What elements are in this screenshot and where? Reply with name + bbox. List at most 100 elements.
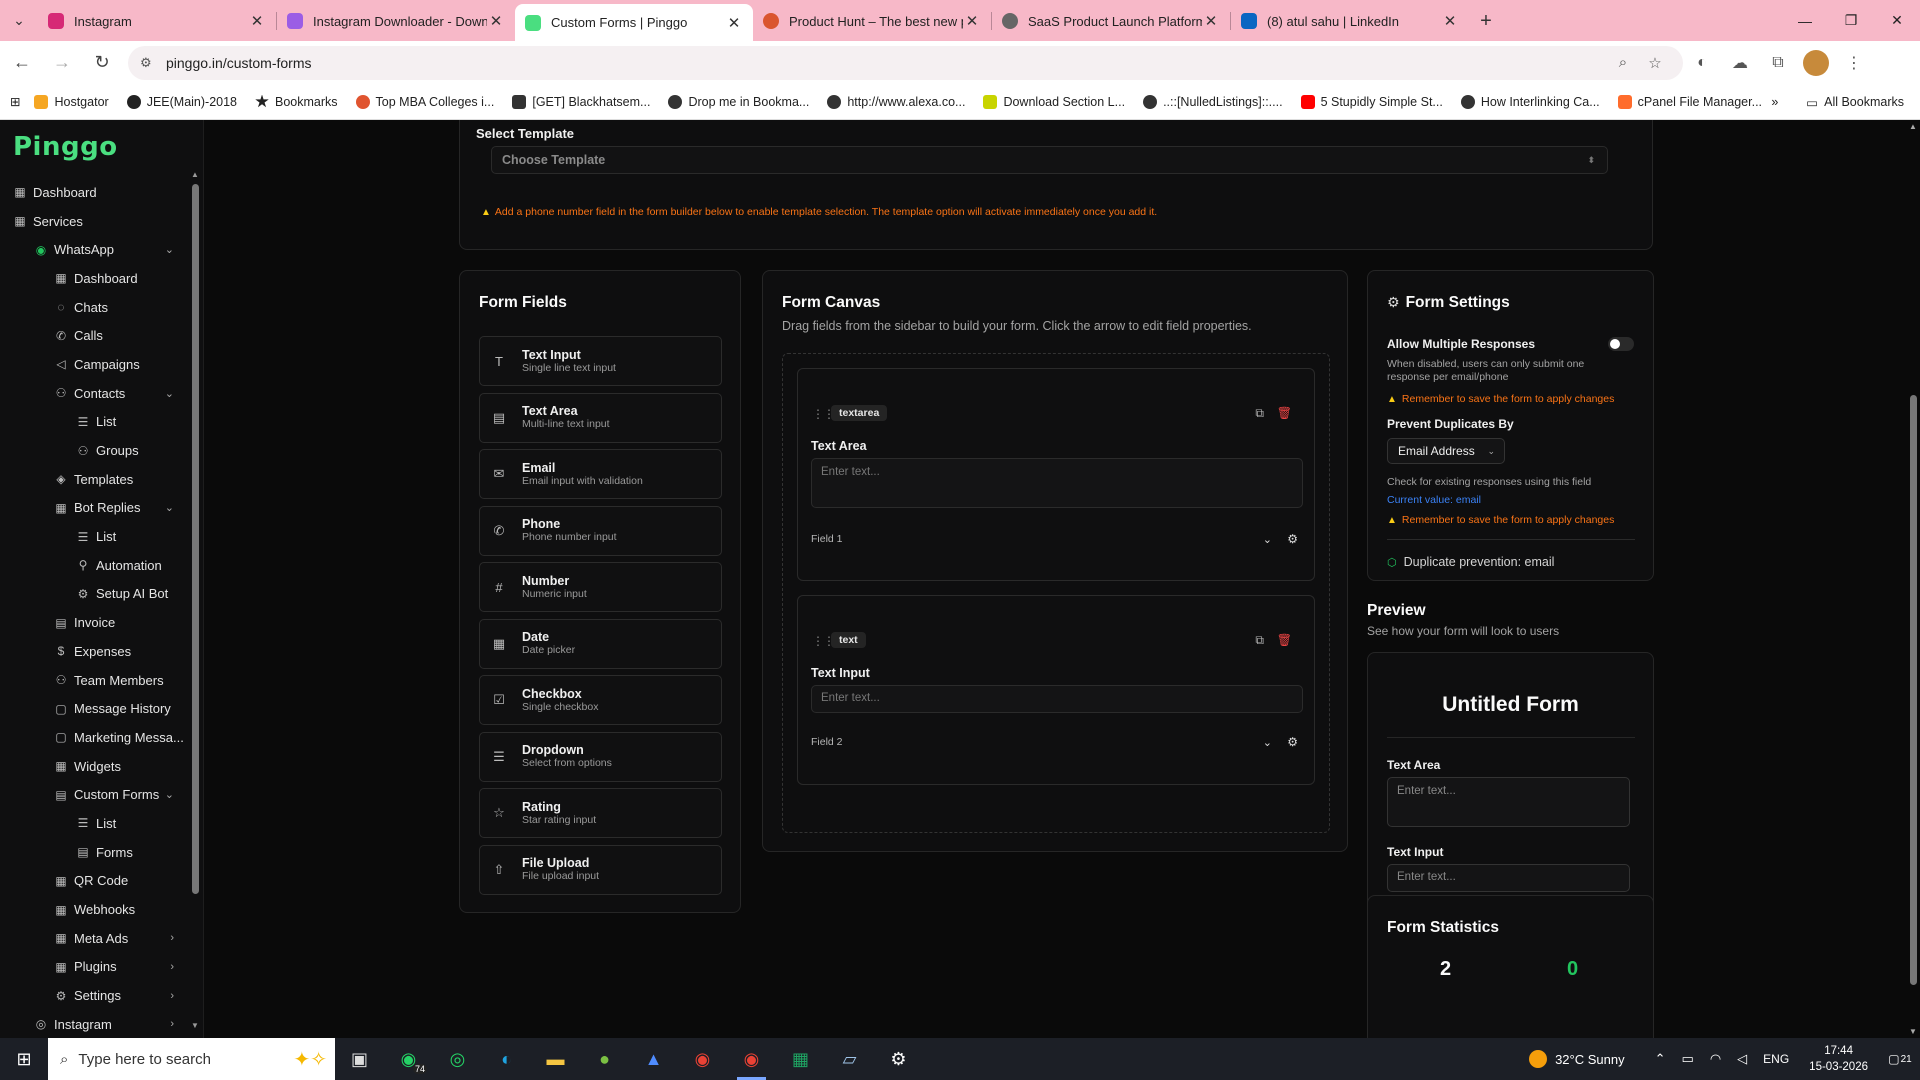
bookmark-item[interactable]: JEE(Main)-2018 <box>126 94 237 109</box>
duplicate-icon[interactable]: ⧉ <box>1255 633 1264 648</box>
sidebar-item-dashboard[interactable]: ▦ Dashboard <box>0 178 188 207</box>
field-type-number[interactable]: # Number Numeric input <box>479 562 722 612</box>
sidebar-item-dashboard[interactable]: ▦ Dashboard <box>0 264 188 293</box>
whatsapp-icon[interactable]: ◎ <box>433 1038 482 1080</box>
cloud-extension-icon[interactable]: ☁ <box>1721 45 1759 81</box>
extension-icon[interactable]: ◐ <box>1683 45 1721 81</box>
sidebar-item-invoice[interactable]: ▤ Invoice <box>0 608 188 637</box>
reload-icon[interactable]: ↻ <box>84 45 120 81</box>
sidebar-item-custom-forms[interactable]: ▤ Custom Forms ⌄ <box>0 780 188 809</box>
edge-icon[interactable]: ◐ <box>482 1038 531 1080</box>
bookmark-item[interactable]: Hostgator <box>34 94 109 109</box>
all-bookmarks[interactable]: » ▭ All Bookmarks <box>1771 84 1904 120</box>
sidebar-item-groups[interactable]: ⚇ Groups <box>0 436 188 465</box>
settings-gear-icon[interactable]: ⚙ <box>874 1038 923 1080</box>
gear-icon[interactable]: ⚙ <box>1287 532 1298 546</box>
tab-instagram-downloader[interactable]: Instagram Downloader - Downl ✕ <box>277 4 515 38</box>
bookmark-item[interactable]: [GET] Blackhatsem... <box>512 94 650 109</box>
sidebar-item-setup-ai-bot[interactable]: ⚙ Setup AI Bot <box>0 580 188 609</box>
whatsapp-business-icon[interactable]: ◉ 74 <box>384 1038 433 1080</box>
sidebar-item-contacts[interactable]: ⚇ Contacts ⌄ <box>0 379 188 408</box>
weather-text[interactable]: 32°C Sunny <box>1555 1052 1625 1067</box>
language-indicator[interactable]: ENG <box>1763 1052 1789 1066</box>
all-bookmarks-label[interactable]: All Bookmarks <box>1824 95 1904 109</box>
scroll-thumb[interactable] <box>192 184 199 894</box>
textarea-input[interactable]: Enter text... <box>811 458 1303 508</box>
more-bookmarks-icon[interactable]: » <box>1771 95 1778 109</box>
tab-custom-forms[interactable]: Custom Forms | Pinggo ✕ <box>515 4 753 41</box>
field-type-file-upload[interactable]: ⇧ File Upload File upload input <box>479 844 722 895</box>
scroll-thumb[interactable] <box>1910 395 1917 985</box>
menu-kebab-icon[interactable]: ⋮ <box>1835 45 1873 81</box>
prevent-duplicates-select[interactable]: Email Address ⌄ <box>1387 438 1505 464</box>
chevron-down-icon[interactable]: ⌄ <box>165 501 174 514</box>
bookmark-item[interactable]: http://www.alexa.co... <box>827 94 965 109</box>
sidebar-item-forms[interactable]: ▤ Forms <box>0 838 188 867</box>
clock[interactable]: 17:44 15-03-2026 <box>1809 1043 1868 1075</box>
tab-saas-launch[interactable]: SaaS Product Launch Platforms ✕ <box>992 4 1230 38</box>
sidebar-item-webhooks[interactable]: ▦ Webhooks <box>0 895 188 924</box>
url-omnibox[interactable]: ⚙ pinggo.in/custom-forms ⌕ ☆ <box>128 45 1683 80</box>
sidebar-item-expenses[interactable]: $ Expenses <box>0 637 188 666</box>
bookmark-item[interactable]: Top MBA Colleges i... <box>355 94 494 109</box>
sidebar-item-team-members[interactable]: ⚇ Team Members <box>0 666 188 695</box>
sidebar-item-list[interactable]: ☰ List <box>0 522 188 551</box>
sidebar-item-campaigns[interactable]: ◁ Campaigns <box>0 350 188 379</box>
field-type-text-area[interactable]: ▤ Text Area Multi-line text input <box>479 392 722 443</box>
chevron-right-icon[interactable]: › <box>170 990 174 1002</box>
text-input[interactable]: Enter text... <box>811 685 1303 713</box>
close-icon[interactable]: ✕ <box>487 12 505 30</box>
close-icon[interactable]: ✕ <box>725 14 743 32</box>
chevron-down-icon[interactable]: ⌄ <box>165 243 174 256</box>
minimize-icon[interactable]: — <box>1782 0 1828 41</box>
gear-icon[interactable]: ⚙ <box>1287 735 1298 749</box>
sidebar-item-plugins[interactable]: ▦ Plugins › <box>0 953 188 982</box>
apps-grid-icon[interactable]: ⊞ <box>10 94 20 109</box>
allow-multiple-toggle[interactable] <box>1608 337 1634 351</box>
sidebar-item-whatsapp[interactable]: ◉ WhatsApp ⌄ <box>0 235 188 264</box>
task-view-icon[interactable]: ▣ <box>335 1038 384 1080</box>
preview-text-input[interactable]: Enter text... <box>1387 864 1630 892</box>
notepad-icon[interactable]: ▱ <box>825 1038 874 1080</box>
file-explorer-icon[interactable]: ▬ <box>531 1038 580 1080</box>
sidebar-item-qr-code[interactable]: ▦ QR Code <box>0 867 188 896</box>
page-scrollbar[interactable]: ▲ ▼ <box>1908 120 1918 1038</box>
field-type-rating[interactable]: ☆ Rating Star rating input <box>479 788 722 838</box>
pinggo-logo[interactable]: Pinggo <box>13 132 118 162</box>
scroll-down-icon[interactable]: ▼ <box>191 1021 199 1030</box>
sidebar-item-widgets[interactable]: ▦ Widgets <box>0 752 188 781</box>
sidebar-item-bot-replies[interactable]: ▦ Bot Replies ⌄ <box>0 494 188 523</box>
template-select[interactable]: Choose Template ⬍ <box>491 146 1608 174</box>
close-icon[interactable]: ✕ <box>248 12 266 30</box>
extensions-puzzle-icon[interactable]: ⧉ <box>1759 45 1797 81</box>
bookmark-star-icon[interactable]: ☆ <box>1639 54 1671 72</box>
trash-icon[interactable]: 🗑 <box>1277 406 1292 420</box>
trash-icon[interactable]: 🗑 <box>1277 633 1292 647</box>
sidebar-item-automation[interactable]: ⚲ Automation <box>0 551 188 580</box>
meet-now-icon[interactable]: ▭ <box>1682 1051 1694 1067</box>
close-window-icon[interactable]: ✕ <box>1874 0 1920 41</box>
canvas-dropzone[interactable]: ⋮⋮ textarea ⧉ 🗑 Text Area Enter text... … <box>782 353 1330 833</box>
canvas-field-block[interactable]: ⋮⋮ textarea ⧉ 🗑 Text Area Enter text... … <box>797 368 1315 581</box>
sidebar-item-message-history[interactable]: ▢ Message History <box>0 694 188 723</box>
sidebar-item-chats[interactable]: ◌ Chats <box>0 293 188 322</box>
sidebar-scrollbar[interactable]: ▲ ▼ <box>190 170 200 1030</box>
scroll-up-icon[interactable]: ▲ <box>191 170 199 179</box>
bookmark-item[interactable]: Drop me in Bookma... <box>668 94 809 109</box>
notifications-icon[interactable]: ▢ 21 <box>1880 1038 1920 1080</box>
sidebar-item-meta-ads[interactable]: ▦ Meta Ads › <box>0 924 188 953</box>
new-tab-button[interactable]: + <box>1469 4 1503 38</box>
preview-textarea[interactable]: Enter text... <box>1387 777 1630 827</box>
bookmark-item[interactable]: ..::[NulledListings]::.... <box>1143 94 1283 109</box>
vpn-app-icon[interactable]: ▲ <box>629 1038 678 1080</box>
utorrent-icon[interactable]: ● <box>580 1038 629 1080</box>
taskbar-search[interactable]: ⌕ Type here to search ✦✧ <box>48 1038 335 1080</box>
chevron-down-icon[interactable]: ⌄ <box>165 788 174 801</box>
chevron-down-icon[interactable]: ⌄ <box>1263 533 1272 546</box>
chevron-right-icon[interactable]: › <box>170 961 174 973</box>
scroll-up-icon[interactable]: ▲ <box>1909 122 1917 131</box>
sidebar-item-instagram[interactable]: ◎ Instagram › <box>0 1010 188 1039</box>
canvas-field-block[interactable]: ⋮⋮ text ⧉ 🗑 Text Input Enter text... Fie… <box>797 595 1315 785</box>
sheets-icon[interactable]: ▦ <box>776 1038 825 1080</box>
zoom-icon[interactable]: ⌕ <box>1607 54 1639 71</box>
